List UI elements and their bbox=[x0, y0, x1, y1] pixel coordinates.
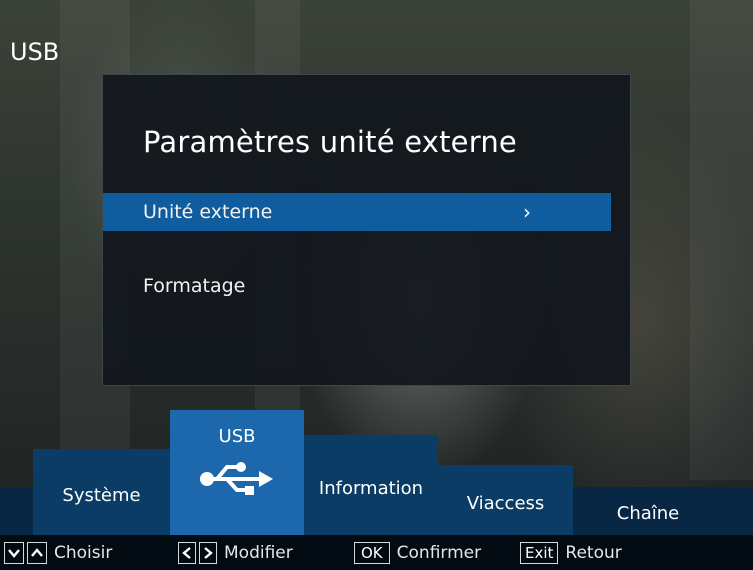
tab-label: Information bbox=[318, 477, 424, 499]
arrow-down-key-icon bbox=[4, 542, 24, 564]
help-bar: Choisir Modifier OK Confirmer Exit Retou… bbox=[0, 535, 753, 570]
tab-usb[interactable]: USB bbox=[170, 410, 304, 535]
usb-icon bbox=[199, 461, 275, 500]
menu-item-label: Unité externe bbox=[143, 201, 273, 223]
tab-label: Système bbox=[62, 484, 141, 506]
tab-label: Viaccess bbox=[466, 492, 545, 514]
help-choose: Choisir bbox=[4, 541, 112, 565]
menu-item-unite-externe[interactable]: Unité externe › bbox=[103, 193, 611, 231]
tab-information[interactable]: Information bbox=[304, 435, 438, 535]
menu-item-formatage[interactable]: Formatage bbox=[103, 267, 611, 305]
help-confirm-label: Confirmer bbox=[396, 543, 482, 563]
tab-systeme[interactable]: Système bbox=[33, 449, 170, 535]
help-back-label: Retour bbox=[565, 543, 622, 563]
tab-label: Chaîne bbox=[616, 502, 680, 524]
tab-chaine[interactable]: Chaîne bbox=[573, 487, 723, 535]
help-confirm: OK Confirmer bbox=[354, 541, 481, 565]
tab-viaccess[interactable]: Viaccess bbox=[438, 465, 573, 535]
arrow-up-key-icon bbox=[27, 542, 47, 564]
ok-key-icon: OK bbox=[354, 542, 390, 564]
panel-title: Paramètres unité externe bbox=[143, 125, 517, 159]
screen-title: USB bbox=[10, 38, 60, 66]
help-modify-label: Modifier bbox=[224, 543, 293, 563]
chevron-right-icon: › bbox=[523, 200, 531, 224]
help-choose-label: Choisir bbox=[54, 543, 113, 563]
arrow-left-key-icon bbox=[178, 542, 196, 564]
help-modify: Modifier bbox=[178, 541, 293, 565]
tab-label: USB bbox=[218, 426, 256, 447]
arrow-right-key-icon bbox=[199, 542, 217, 564]
background-stripe bbox=[690, 0, 753, 480]
settings-panel: Paramètres unité externe Unité externe ›… bbox=[102, 74, 631, 386]
exit-key-icon: Exit bbox=[520, 542, 559, 564]
menu-item-label: Formatage bbox=[143, 275, 246, 297]
help-back: Exit Retour bbox=[520, 541, 622, 565]
